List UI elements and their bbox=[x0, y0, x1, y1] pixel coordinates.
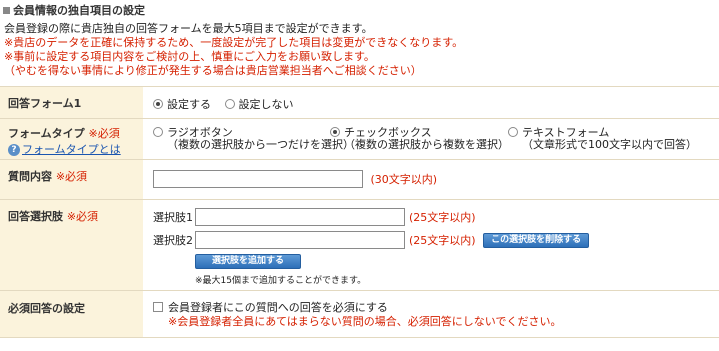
add-choice-area: 選択肢を追加する bbox=[195, 254, 302, 269]
section-title-text: 会員情報の独自項目の設定 bbox=[13, 4, 145, 17]
radio-icon[interactable] bbox=[508, 127, 518, 137]
intro-text: 会員登録の際に貴店独自の回答フォームを最大5項目まで設定ができます。 ※貴店のデ… bbox=[4, 22, 463, 78]
mandatory-checkbox-label: 会員登録者にこの質問への回答を必須にする bbox=[168, 301, 388, 314]
mandatory-row: 必須回答の設定 会員登録者にこの質問への回答を必須にする ※会員登録者全員にあて… bbox=[0, 291, 719, 338]
choice-limit: (25文字以内) bbox=[409, 234, 476, 247]
question-limit: (30文字以内) bbox=[370, 173, 438, 186]
form1-radio-on-label: 設定する bbox=[167, 98, 211, 111]
option-desc: （文章形式で100文字以内で回答） bbox=[522, 138, 697, 151]
add-choice-button[interactable]: 選択肢を追加する bbox=[195, 254, 302, 269]
choices-label-text: 回答選択肢 bbox=[8, 210, 63, 223]
form1-radio-off-label: 設定しない bbox=[238, 98, 294, 111]
required-mark: ※必須 bbox=[88, 127, 120, 140]
form-type-option-checkbox[interactable]: チェックボックス （複数の選択肢から複数を選択） bbox=[330, 127, 509, 151]
warning-line-3: （やむを得ない事情により修正が発生する場合は貴店営業担当者へご相談ください） bbox=[4, 64, 422, 77]
form1-label-text: 回答フォーム1 bbox=[8, 97, 82, 110]
question-row: 質問内容 ※必須 (30文字以内) bbox=[0, 160, 719, 200]
required-mark: ※必須 bbox=[66, 210, 99, 223]
radio-selected-icon[interactable] bbox=[153, 99, 163, 109]
mandatory-label: 必須回答の設定 bbox=[0, 291, 143, 337]
form-type-help-link[interactable]: フォームタイプとは bbox=[22, 143, 121, 157]
warning-line-1: ※貴店のデータを正確に保持するため、一度設定が完了した項目は変更ができなくなりま… bbox=[4, 36, 464, 49]
choice-2: 選択肢2 (25文字以内) この選択肢を削除する bbox=[153, 231, 590, 249]
mandatory-value: 会員登録者にこの質問への回答を必須にする ※会員登録者全員にあてはまらない質問の… bbox=[143, 291, 719, 337]
radio-icon[interactable] bbox=[153, 127, 163, 137]
question-help-icon[interactable]: ? bbox=[8, 144, 20, 156]
form1-radio-off[interactable]: 設定しない bbox=[224, 98, 294, 111]
choice-label: 選択肢2 bbox=[153, 234, 193, 247]
choices-label: 回答選択肢 ※必須 bbox=[0, 200, 143, 290]
max-choices-note: ※最大15個まで追加することができます。 bbox=[195, 276, 367, 286]
settings-form: 回答フォーム1 設定する 設定しない フォームタイプ ※必須 ? フォームタイプ… bbox=[0, 86, 719, 338]
section-title: 会員情報の独自項目の設定 bbox=[3, 2, 145, 18]
option-desc: （複数の選択肢から一つだけを選択） bbox=[167, 138, 354, 151]
choices-row: 回答選択肢 ※必須 選択肢1 (25文字以内) 選択肢2 (25文字以内) この選択… bbox=[0, 200, 719, 291]
mandatory-checkbox[interactable]: 会員登録者にこの質問への回答を必須にする bbox=[153, 301, 388, 314]
question-value: (30文字以内) bbox=[143, 160, 719, 199]
intro-line: 会員登録の際に貴店独自の回答フォームを最大5項目まで設定ができます。 bbox=[4, 22, 373, 35]
form-type-value: ラジオボタン （複数の選択肢から一つだけを選択） チェックボックス （複数の選択… bbox=[143, 119, 719, 159]
radio-icon[interactable] bbox=[224, 99, 235, 109]
form1-value: 設定する 設定しない bbox=[143, 87, 719, 118]
warning-line-2: ※事前に設定する項目内容をご検討の上、慎重にご入力をお願い致します。 bbox=[4, 50, 375, 63]
choice-1-input[interactable] bbox=[195, 208, 405, 226]
question-input[interactable] bbox=[153, 170, 363, 188]
option-desc: （複数の選択肢から複数を選択） bbox=[344, 138, 509, 151]
choice-label: 選択肢1 bbox=[153, 211, 193, 224]
required-mark: ※必須 bbox=[55, 170, 88, 183]
form1-label: 回答フォーム1 bbox=[0, 87, 143, 118]
choice-2-input[interactable] bbox=[195, 231, 405, 249]
question-label-text: 質問内容 bbox=[8, 170, 52, 183]
form-type-label: フォームタイプ ※必須 ? フォームタイプとは bbox=[0, 119, 143, 159]
form1-row: 回答フォーム1 設定する 設定しない bbox=[0, 87, 719, 119]
mandatory-note: ※会員登録者全員にあてはまらない質問の場合、必須回答にしないでください。 bbox=[168, 315, 562, 328]
choices-value: 選択肢1 (25文字以内) 選択肢2 (25文字以内) この選択肢を削除する 選択肢… bbox=[143, 200, 719, 290]
form-type-option-radio[interactable]: ラジオボタン （複数の選択肢から一つだけを選択） bbox=[153, 127, 354, 151]
question-label: 質問内容 ※必須 bbox=[0, 160, 143, 199]
square-bullet-icon bbox=[3, 6, 10, 14]
delete-choice-button[interactable]: この選択肢を削除する bbox=[483, 232, 590, 248]
choice-1: 選択肢1 (25文字以内) bbox=[153, 208, 476, 226]
form-type-option-text[interactable]: テキストフォーム （文章形式で100文字以内で回答） bbox=[508, 127, 697, 151]
checkbox-icon[interactable] bbox=[153, 302, 163, 312]
form-type-row: フォームタイプ ※必須 ? フォームタイプとは ラジオボタン （複数の選択肢から… bbox=[0, 119, 719, 160]
form-type-help[interactable]: ? フォームタイプとは bbox=[8, 143, 143, 157]
radio-selected-icon[interactable] bbox=[330, 127, 340, 137]
form-type-label-text: フォームタイプ bbox=[8, 127, 85, 140]
form1-radio-on[interactable]: 設定する bbox=[153, 98, 215, 111]
mandatory-label-text: 必須回答の設定 bbox=[8, 302, 85, 315]
choice-limit: (25文字以内) bbox=[409, 211, 476, 224]
